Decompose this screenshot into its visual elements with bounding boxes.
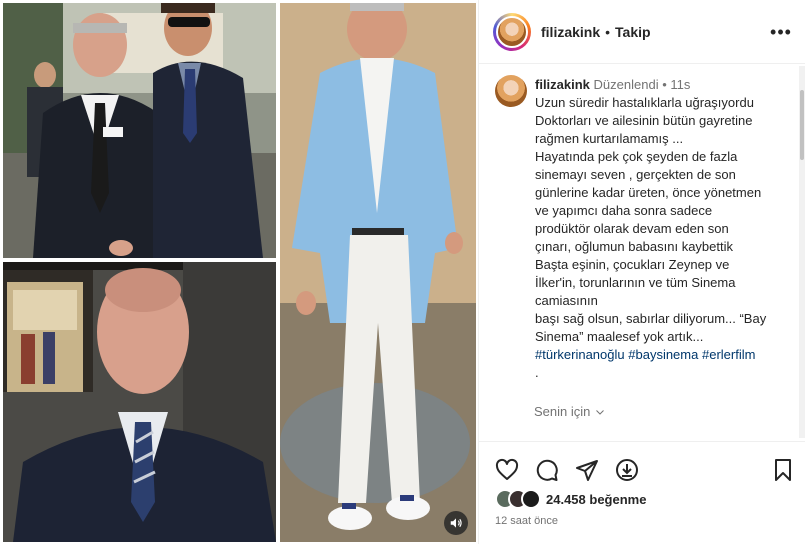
caption-time[interactable]: 11s xyxy=(670,77,690,92)
scroll-thumb[interactable] xyxy=(800,90,804,160)
caption-line: sinemayı seven , gerçekten de son xyxy=(535,167,736,182)
caption-line: rağmen kurtarılamamış ... xyxy=(535,131,684,146)
likes-row: 24.458 beğenme xyxy=(495,489,646,509)
caption-avatar[interactable] xyxy=(495,75,527,107)
caption-line: çınarı, oğlumun babasını kaybettik xyxy=(535,239,734,254)
caption-line: Başta eşinin, çocukları Zeynep ve xyxy=(535,257,730,272)
separator-dot: • xyxy=(605,23,611,40)
caption-line: Hayatında pek çok şeyden de fazla xyxy=(535,149,738,164)
caption-line: Doktorları ve ailesinin bütün gayretine xyxy=(535,113,753,128)
speaker-icon xyxy=(450,518,462,528)
liker-avatar[interactable] xyxy=(521,489,541,509)
hashtag-link[interactable]: #baysinema xyxy=(628,347,698,362)
caption-line: camiasının xyxy=(535,293,598,308)
download-icon[interactable] xyxy=(615,458,639,482)
instagram-post: filizakink • Takip ••• filizakink Düzenl… xyxy=(0,0,805,544)
post-media[interactable] xyxy=(0,0,478,544)
caption-line: prodüktör olarak devam eden son xyxy=(535,221,729,236)
caption-line: Uzun süredir hastalıklarla uğraşıyordu xyxy=(535,95,754,110)
action-icons xyxy=(495,458,639,482)
story-ring[interactable] xyxy=(493,12,531,51)
caption-separator: • xyxy=(662,77,667,92)
share-icon[interactable] xyxy=(575,458,599,482)
caption-line: Sinema” maalesef yok artık... xyxy=(535,329,704,344)
heart-icon[interactable] xyxy=(495,458,519,482)
caption-trailing: . xyxy=(535,365,539,380)
chevron-down-icon xyxy=(596,409,605,415)
post-actions: 24.458 beğenme 12 saat önce xyxy=(479,441,805,544)
translate-label: Senin için xyxy=(534,404,591,419)
photo-elderly-man xyxy=(3,262,276,542)
caption-username[interactable]: filizakink xyxy=(535,77,590,92)
post-timestamp[interactable]: 12 saat önce xyxy=(495,515,558,527)
likes-count[interactable]: 24.458 beğenme xyxy=(546,492,646,507)
avatar[interactable] xyxy=(496,15,528,48)
hashtag-link[interactable]: #türkerinanoğlu xyxy=(535,347,625,362)
bookmark-icon[interactable] xyxy=(771,458,795,482)
translate-toggle[interactable]: Senin için xyxy=(534,404,606,419)
caption-body: filizakink Düzenlendi • 11s Uzun süredir… xyxy=(535,76,789,382)
photo-man-blue-blazer xyxy=(280,3,476,542)
caption-line: İlker'in, torunlarının ve tüm Sinema xyxy=(535,275,736,290)
more-options-button[interactable]: ••• xyxy=(770,21,792,42)
username-link[interactable]: filizakink xyxy=(541,24,600,40)
photo-two-men xyxy=(3,3,276,258)
caption-area[interactable]: filizakink Düzenlendi • 11s Uzun süredir… xyxy=(479,65,799,440)
mute-button[interactable] xyxy=(444,511,468,535)
caption-scrollbar[interactable] xyxy=(799,66,805,438)
edited-label: Düzenlendi xyxy=(593,77,659,92)
post-details-panel: filizakink • Takip ••• filizakink Düzenl… xyxy=(478,0,805,544)
follow-button[interactable]: Takip xyxy=(615,24,651,40)
post-header: filizakink • Takip ••• xyxy=(479,0,805,64)
more-icon: ••• xyxy=(770,21,792,42)
hashtag-link[interactable]: #erlerfilm xyxy=(702,347,755,362)
caption-line: başı sağ olsun, sabırlar diliyorum... “B… xyxy=(535,311,767,326)
comment-icon[interactable] xyxy=(535,458,559,482)
caption-line: günlerine kadar üreten, önce yönetmen xyxy=(535,185,762,200)
caption-line: ve yapımcı daha sonra sadece xyxy=(535,203,713,218)
